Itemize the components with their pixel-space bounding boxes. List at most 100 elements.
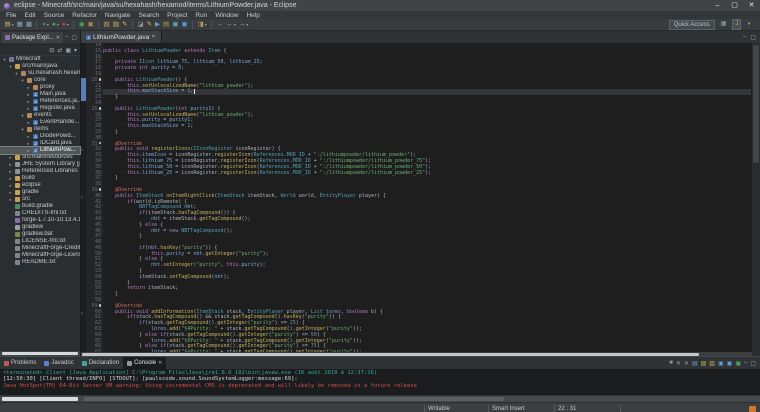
tree-item-build[interactable]: ▸build (0, 175, 80, 182)
run-external-tools-icon[interactable]: ●▾ (60, 20, 70, 29)
tree-item-src-main-resources[interactable]: ▸src/main/resources (0, 154, 80, 161)
minimize-view-icon[interactable]: – (744, 360, 747, 366)
menu-search[interactable]: Search (139, 12, 160, 19)
scroll-lock-icon[interactable]: ▤ (701, 360, 707, 367)
word-wrap-icon[interactable]: ▥ (709, 360, 715, 367)
tree-expander-icon[interactable]: ▾ (2, 56, 7, 63)
save-all-icon[interactable]: ▩ (24, 20, 33, 29)
tree-item-src-main-java[interactable]: ▾src/main/java (0, 63, 80, 70)
console-hscroll-thumb[interactable] (84, 397, 504, 401)
console-output[interactable]: [12:50:30] [Client thread/INFO] [STDOUT]… (0, 376, 760, 390)
tree-item-diodepowd-[interactable]: ▸JDiodePowd... (0, 133, 80, 140)
tree-expander-icon[interactable]: ▾ (20, 77, 25, 84)
menu-navigate[interactable]: Navigate (105, 12, 131, 19)
tree-item-events[interactable]: ▾events (0, 112, 80, 119)
tree-expander-icon[interactable]: ▸ (26, 133, 31, 140)
clear-console-icon[interactable]: ▤ (692, 360, 698, 367)
menu-refactor[interactable]: Refactor (72, 12, 97, 19)
tree-item-items[interactable]: ▾items (0, 126, 80, 133)
console-tab-declaration[interactable]: Declaration (78, 357, 123, 369)
new-java-package-icon[interactable]: ▣ (86, 20, 95, 29)
tree-item-forge-1-7-10-10-13-4-161-[interactable]: forge-1.7.10-10.13.4.161... (0, 217, 80, 224)
minimize-view-icon[interactable]: – (65, 34, 68, 41)
tree-expander-icon[interactable]: ▾ (20, 126, 25, 133)
forward-icon[interactable]: →▾ (237, 20, 250, 29)
close-button[interactable]: ✕ (743, 0, 760, 11)
back-icon[interactable]: ←▾ (225, 20, 238, 29)
debug-icon[interactable]: ●▾ (40, 20, 50, 29)
run-icon[interactable]: ●▾ (50, 20, 60, 29)
tree-item-idcard-java[interactable]: ▸JIDCard.java (0, 140, 80, 147)
skip-breakpoints-icon[interactable]: ▶ (154, 20, 162, 29)
sidebar-hscroll-thumb[interactable] (2, 352, 78, 355)
tree-item-register-java[interactable]: ▸JRegister.java (0, 105, 80, 112)
pin-console-icon[interactable]: ▣ (718, 360, 724, 367)
menu-file[interactable]: File (6, 12, 16, 19)
console-tab-javadoc[interactable]: Javadoc (40, 357, 77, 369)
tree-item-credits-fml-txt[interactable]: CREDITS-fml.txt (0, 210, 80, 217)
link-with-editor-icon[interactable]: ⇄ (57, 47, 62, 54)
tree-expander-icon[interactable]: ▸ (8, 175, 13, 182)
editor-tab-lithiumpowder[interactable]: J LithiumPowder.java ✕ (81, 31, 162, 43)
java-perspective-icon[interactable]: J (732, 19, 741, 30)
tree-item-eventhandle-[interactable]: ▸JEventHandle... (0, 119, 80, 126)
remove-all-launches-icon[interactable]: ✕ (684, 360, 689, 367)
open-task-icon[interactable]: ▣ (180, 20, 189, 29)
focus-task-icon[interactable]: ▣ (65, 47, 71, 54)
tree-item-src[interactable]: ▸src (0, 196, 80, 203)
tree-item-lithiumpow-[interactable]: ▸JLithiumPow... (0, 147, 80, 154)
tree-item-gradlew[interactable]: gradlew (0, 224, 80, 231)
tree-item-references-ja-[interactable]: ▸JReferences.ja... (0, 98, 80, 105)
close-icon[interactable]: ✕ (151, 34, 155, 40)
tree-item-gradle[interactable]: ▸gradle (0, 189, 80, 196)
new-java-class-icon[interactable]: ◉ (77, 20, 86, 29)
tree-expander-icon[interactable]: ▾ (8, 63, 13, 70)
new-wizard-icon[interactable]: ▤▾ (3, 20, 15, 29)
tree-expander-icon[interactable]: ▸ (8, 196, 13, 203)
maximize-button[interactable]: ▢ (726, 0, 743, 11)
view-menu-icon[interactable]: ▾ (74, 47, 77, 54)
menu-help[interactable]: Help (246, 12, 259, 19)
menu-project[interactable]: Project (167, 12, 187, 19)
tree-item-minecraftforge-credits-[interactable]: MinecraftForge-Credits... (0, 245, 80, 252)
status-notification-icon[interactable] (749, 406, 756, 412)
console-tab-problems[interactable]: Problems (0, 357, 40, 369)
tree-expander-icon[interactable]: ▸ (26, 98, 31, 105)
tree-item-eclipse[interactable]: ▸eclipse (0, 182, 80, 189)
close-icon[interactable]: ✕ (158, 360, 162, 366)
maximize-view-icon[interactable]: ▢ (750, 34, 756, 41)
tree-expander-icon[interactable]: ▸ (8, 161, 13, 168)
console-tab-console[interactable]: Console✕ (123, 357, 166, 369)
menu-source[interactable]: Source (44, 12, 65, 19)
sidebar-hscroll-thumb[interactable] (2, 397, 78, 401)
tree-item-build-gradle[interactable]: build.gradle (0, 203, 80, 210)
tree-item-readme-txt[interactable]: README.txt (0, 259, 80, 266)
save-icon[interactable]: ▦ (15, 20, 24, 29)
tree-item-proxy[interactable]: ▸proxy (0, 84, 80, 91)
tree-item-minecraft[interactable]: ▾Minecraft (0, 56, 80, 63)
overview-ruler[interactable] (751, 43, 760, 356)
tree-expander-icon[interactable]: ▾ (20, 112, 25, 119)
next-annotation-icon[interactable]: ◪ (136, 20, 145, 29)
code-editor[interactable]: 1415public class LithiumPowder extends I… (81, 43, 752, 352)
package-explorer-tab[interactable]: Package Expl... ✕ (2, 32, 63, 43)
tree-expander-icon[interactable]: ▸ (8, 182, 13, 189)
display-selected-console-icon[interactable]: ▣ (727, 360, 733, 367)
tree-item-core[interactable]: ▾core (0, 77, 80, 84)
close-icon[interactable]: ✕ (56, 35, 60, 41)
tree-expander-icon[interactable]: ▸ (26, 147, 31, 154)
terminate-icon[interactable]: ■ (669, 360, 673, 366)
build-all-icon[interactable]: ▤ (162, 20, 171, 29)
edit-pencil-icon[interactable]: ✎ (120, 20, 128, 29)
minimize-view-icon[interactable]: – (743, 34, 746, 41)
tree-expander-icon[interactable]: ▸ (8, 168, 13, 175)
open-perspective-icon[interactable]: ▦ (719, 20, 729, 29)
remove-launch-icon[interactable]: ✕ (676, 360, 681, 367)
tree-expander-icon[interactable]: ▾ (14, 70, 19, 77)
open-folder-icon[interactable]: ▨ (102, 20, 111, 29)
tree-item-main-java[interactable]: ▸JMain.java (0, 91, 80, 98)
minimize-button[interactable]: – (709, 0, 726, 11)
tree-item-referenced-libraries[interactable]: ▸Referenced Libraries (0, 168, 80, 175)
tree-expander-icon[interactable]: ▸ (26, 84, 31, 91)
debug-perspective-icon[interactable]: ● (745, 20, 753, 29)
